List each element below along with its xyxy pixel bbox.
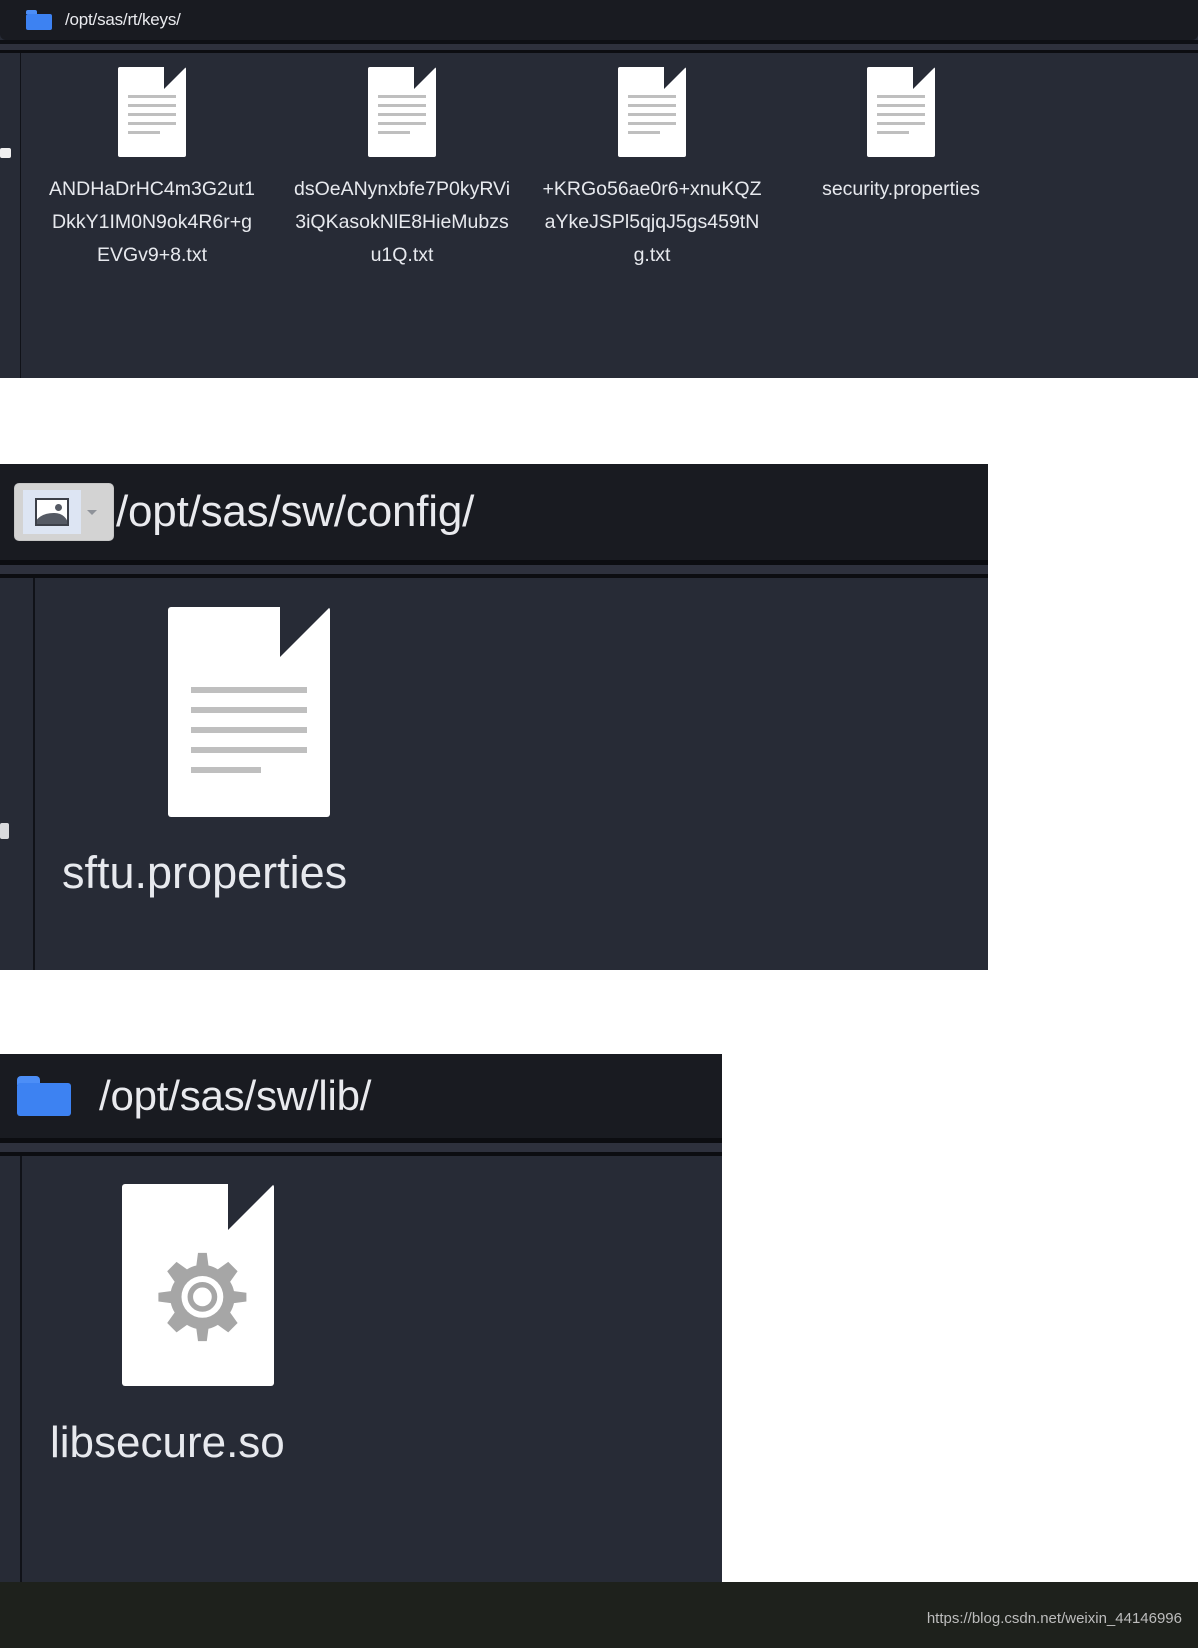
file-tile[interactable]: sftu.properties <box>62 607 442 899</box>
panel-body-keys: ANDHaDrHC4m3G2ut1DkkY1IM0N9ok4R6r+gEVGv9… <box>0 53 1198 378</box>
file-tile[interactable]: security.properties <box>786 67 1016 206</box>
clipped-edge-marker <box>0 823 9 839</box>
panel-header-config: /opt/sas/sw/config/ <box>0 464 988 560</box>
panel-header-lib: /opt/sas/sw/lib/ <box>0 1054 722 1138</box>
file-tile[interactable]: +KRGo56ae0r6+xnuKQZaYkeJSPl5qjqJ5gs459tN… <box>538 67 766 272</box>
chevron-down-icon[interactable] <box>87 509 97 515</box>
text-file-icon <box>867 67 935 157</box>
gear-glyph <box>143 1238 253 1353</box>
panel-body-lib: libsecure.so <box>0 1156 722 1582</box>
file-name-label: ANDHaDrHC4m3G2ut1DkkY1IM0N9ok4R6r+gEVGv9… <box>49 178 255 266</box>
image-thumb-area <box>23 490 81 534</box>
file-name-label: security.properties <box>822 178 980 200</box>
file-tile[interactable]: ANDHaDrHC4m3G2ut1DkkY1IM0N9ok4R6r+gEVGv9… <box>46 67 258 272</box>
folder-icon <box>26 10 52 30</box>
clipped-edge-marker <box>0 148 11 158</box>
file-name-label: +KRGo56ae0r6+xnuKQZaYkeJSPl5qjqJ5gs459tN… <box>542 178 762 266</box>
watermark-url: https://blog.csdn.net/weixin_44146996 <box>926 1610 1182 1627</box>
panel-gutter-line <box>33 578 35 970</box>
text-file-icon <box>118 67 186 157</box>
file-name-label: sftu.properties <box>62 847 348 898</box>
panel-path-label: /opt/sas/rt/keys/ <box>65 10 181 29</box>
panel-header-keys: /opt/sas/rt/keys/ <box>0 0 1198 40</box>
panel-gutter-line <box>20 1156 22 1582</box>
text-file-icon <box>168 607 330 817</box>
gear-file-icon <box>122 1184 274 1386</box>
broken-image-icon[interactable] <box>14 483 114 541</box>
picture-icon <box>35 498 69 526</box>
text-file-icon <box>368 67 436 157</box>
text-file-icon <box>618 67 686 157</box>
panel-path-label: /opt/sas/sw/config/ <box>116 487 475 536</box>
file-tile[interactable]: libsecure.so <box>50 1184 370 1468</box>
panel-subbar <box>0 1143 722 1152</box>
file-browser-panel-keys: /opt/sas/rt/keys/ ANDHaDrHC4m3G2ut1DkkY1… <box>0 0 1198 378</box>
file-browser-panel-config: /opt/sas/sw/config/ sftu.properties <box>0 464 988 970</box>
background-gap <box>722 1054 1198 1582</box>
file-tile[interactable]: dsOeANynxbfe7P0kyRVi3iQKasokNlE8HieMubzs… <box>291 67 513 272</box>
gear-svg <box>158 1252 247 1342</box>
file-browser-panel-lib: /opt/sas/sw/lib/ libsecure.so <box>0 1054 722 1582</box>
panel-gutter-line <box>20 53 21 378</box>
panel-body-config: sftu.properties <box>0 578 988 970</box>
panel-subbar <box>0 565 988 574</box>
file-name-label: dsOeANynxbfe7P0kyRVi3iQKasokNlE8HieMubzs… <box>293 178 511 266</box>
folder-icon <box>17 1076 71 1116</box>
panel-path-label: /opt/sas/sw/lib/ <box>99 1072 372 1119</box>
file-name-label: libsecure.so <box>50 1418 285 1467</box>
